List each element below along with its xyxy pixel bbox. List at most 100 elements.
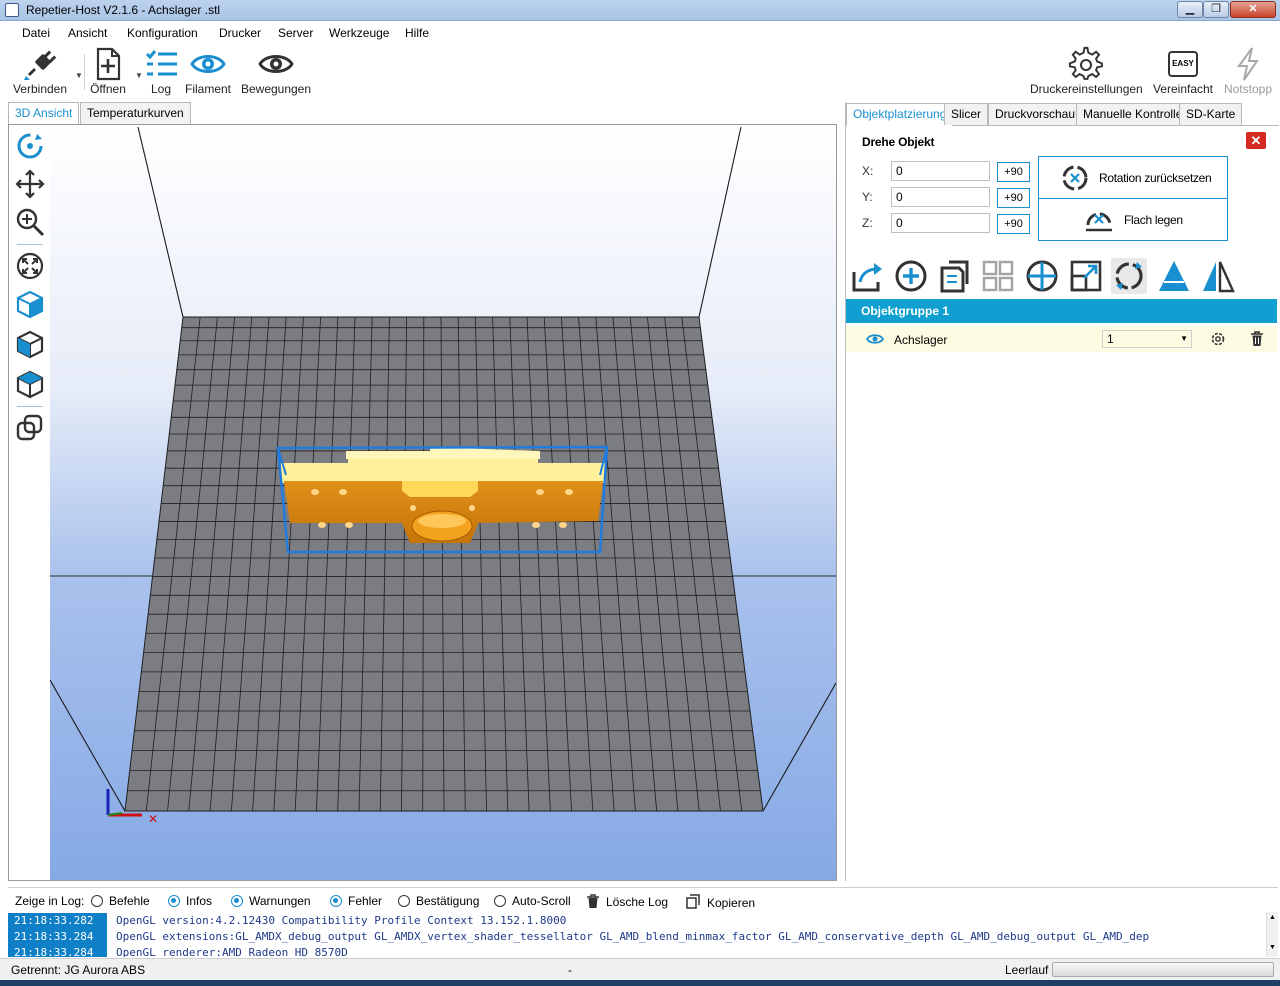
- rotate-object-title: Drehe Objekt: [862, 135, 935, 149]
- log-filter-warnings[interactable]: Warnungen: [231, 894, 311, 908]
- center-object-icon[interactable]: [1024, 258, 1060, 294]
- 3d-scene[interactable]: ✕: [50, 125, 836, 880]
- clear-log-button[interactable]: Lösche Log: [586, 894, 668, 909]
- log-line: 21:18:33.282 OpenGL version:4.2.12430 Co…: [8, 913, 1266, 929]
- open-button[interactable]: Öffnen: [86, 46, 130, 98]
- lay-flat-icon: [1086, 212, 1112, 232]
- log-output[interactable]: 21:18:33.282 OpenGL version:4.2.12430 Co…: [8, 912, 1266, 957]
- copy-icon: [686, 894, 700, 909]
- eye-icon[interactable]: [866, 333, 884, 345]
- tab-3d-view[interactable]: 3D Ansicht: [8, 102, 80, 125]
- mirror-object-icon[interactable]: [1200, 258, 1236, 294]
- cube-side-icon[interactable]: [15, 329, 45, 359]
- y-rotation-input[interactable]: [891, 187, 990, 207]
- rotate-object-icon[interactable]: [1111, 258, 1147, 294]
- tab-temperature-curves[interactable]: Temperaturkurven: [80, 102, 191, 124]
- x-label: X:: [862, 164, 874, 178]
- cube-top-icon[interactable]: [15, 369, 45, 399]
- menu-konfiguration[interactable]: Konfiguration: [127, 26, 198, 40]
- log-label: Log: [150, 82, 172, 96]
- cube-front-icon[interactable]: [15, 289, 45, 319]
- menu-werkzeuge[interactable]: Werkzeuge: [329, 26, 389, 40]
- object-group-row[interactable]: Objektgruppe 1: [846, 299, 1277, 323]
- eye-icon: [190, 55, 226, 73]
- log-scrollbar[interactable]: ▲ ▼: [1266, 912, 1278, 957]
- log-button[interactable]: Log: [143, 46, 179, 98]
- log-filter-commands[interactable]: Befehle: [91, 894, 150, 908]
- toolbar-separator: [84, 54, 85, 90]
- tab-print-preview[interactable]: Druckvorschau: [988, 103, 1083, 125]
- radio-icon[interactable]: [91, 895, 103, 907]
- move-view-icon[interactable]: [15, 169, 45, 199]
- reset-rotation-button[interactable]: Rotation zurücksetzen: [1039, 157, 1227, 199]
- copy-object-icon[interactable]: [937, 258, 973, 294]
- tab-object-placement[interactable]: Objektplatzierung: [846, 103, 954, 126]
- filament-button[interactable]: Filament: [182, 46, 234, 98]
- menu-datei[interactable]: Datei: [22, 26, 50, 40]
- log-show-label: Zeige in Log:: [15, 894, 85, 908]
- radio-icon[interactable]: [398, 895, 410, 907]
- object-placement-panel: Objektplatzierung Slicer Druckvorschau M…: [845, 102, 1279, 881]
- log-timestamp: 21:18:33.284: [8, 929, 107, 945]
- close-window-button[interactable]: ✕: [1230, 1, 1276, 18]
- close-rotate-button[interactable]: ✕: [1246, 132, 1266, 149]
- minimize-button[interactable]: ▁: [1177, 1, 1203, 18]
- z-plus90-button[interactable]: +90: [997, 214, 1030, 234]
- connect-label: Verbinden: [12, 82, 68, 96]
- arrange-objects-icon[interactable]: [980, 258, 1016, 294]
- log-filter-errors[interactable]: Fehler: [330, 894, 382, 908]
- y-plus90-button[interactable]: +90: [997, 188, 1030, 208]
- copies-select[interactable]: 1 ▼: [1102, 330, 1192, 348]
- x-plus90-button[interactable]: +90: [997, 162, 1030, 182]
- os-taskbar: [0, 980, 1280, 986]
- maximize-button[interactable]: ❐: [1203, 1, 1229, 18]
- z-label: Z:: [862, 216, 873, 230]
- export-icon[interactable]: [850, 258, 886, 294]
- fit-view-icon[interactable]: [15, 251, 45, 281]
- rotate-view-icon[interactable]: [15, 131, 45, 161]
- moves-button[interactable]: Bewegungen: [240, 46, 312, 98]
- tab-manual-control[interactable]: Manuelle Kontrolle: [1076, 103, 1190, 125]
- menu-ansicht[interactable]: Ansicht: [68, 26, 107, 40]
- tab-slicer[interactable]: Slicer: [944, 103, 989, 125]
- easy-mode-button[interactable]: EASY Vereinfacht: [1150, 46, 1216, 98]
- emergency-stop-button[interactable]: Notstopp: [1220, 46, 1276, 98]
- chevron-up-icon[interactable]: ▲: [1269, 914, 1276, 921]
- x-rotation-input[interactable]: [891, 161, 990, 181]
- open-dropdown-icon[interactable]: ▼: [135, 71, 143, 80]
- menu-drucker[interactable]: Drucker: [219, 26, 261, 40]
- connect-dropdown-icon[interactable]: ▼: [75, 71, 83, 80]
- menu-server[interactable]: Server: [278, 26, 313, 40]
- radio-icon[interactable]: [231, 895, 243, 907]
- copy-log-button[interactable]: Kopieren: [685, 894, 755, 910]
- cut-object-icon[interactable]: [1156, 258, 1192, 294]
- log-filter-infos[interactable]: Infos: [168, 894, 212, 908]
- lay-flat-button[interactable]: Flach legen: [1039, 199, 1227, 241]
- trash-icon[interactable]: [1249, 331, 1265, 347]
- add-object-icon[interactable]: [893, 258, 929, 294]
- log-filter-acks[interactable]: Bestätigung: [398, 894, 479, 908]
- printer-state: Leerlauf: [1005, 963, 1049, 977]
- object-row[interactable]: Achslager 1 ▼: [846, 326, 1277, 352]
- menu-hilfe[interactable]: Hilfe: [405, 26, 429, 40]
- radio-icon[interactable]: [494, 895, 506, 907]
- 3d-view[interactable]: ✕: [8, 124, 837, 881]
- object-toolbar: [846, 256, 1279, 296]
- chevron-down-icon[interactable]: ▼: [1269, 944, 1276, 951]
- z-rotation-input[interactable]: [891, 213, 990, 233]
- connect-button[interactable]: Verbinden: [10, 46, 70, 98]
- parallel-view-icon[interactable]: [15, 413, 45, 443]
- gear-icon[interactable]: [1210, 331, 1226, 347]
- printer-settings-label: Druckereinstellungen: [1030, 82, 1143, 96]
- window-title: Repetier-Host V2.1.6 - Achslager .stl: [26, 3, 221, 17]
- easy-icon: EASY: [1165, 46, 1201, 82]
- rotation-actions: Rotation zurücksetzen Flach legen: [1038, 156, 1228, 241]
- radio-icon[interactable]: [330, 895, 342, 907]
- radio-icon[interactable]: [168, 895, 180, 907]
- tab-sd-card[interactable]: SD-Karte: [1179, 103, 1243, 125]
- scale-object-icon[interactable]: [1068, 258, 1104, 294]
- zoom-icon[interactable]: [15, 207, 45, 237]
- plug-icon: [24, 50, 57, 80]
- log-filter-autoscroll[interactable]: Auto-Scroll: [494, 894, 571, 908]
- printer-settings-button[interactable]: Druckereinstellungen: [1030, 46, 1143, 98]
